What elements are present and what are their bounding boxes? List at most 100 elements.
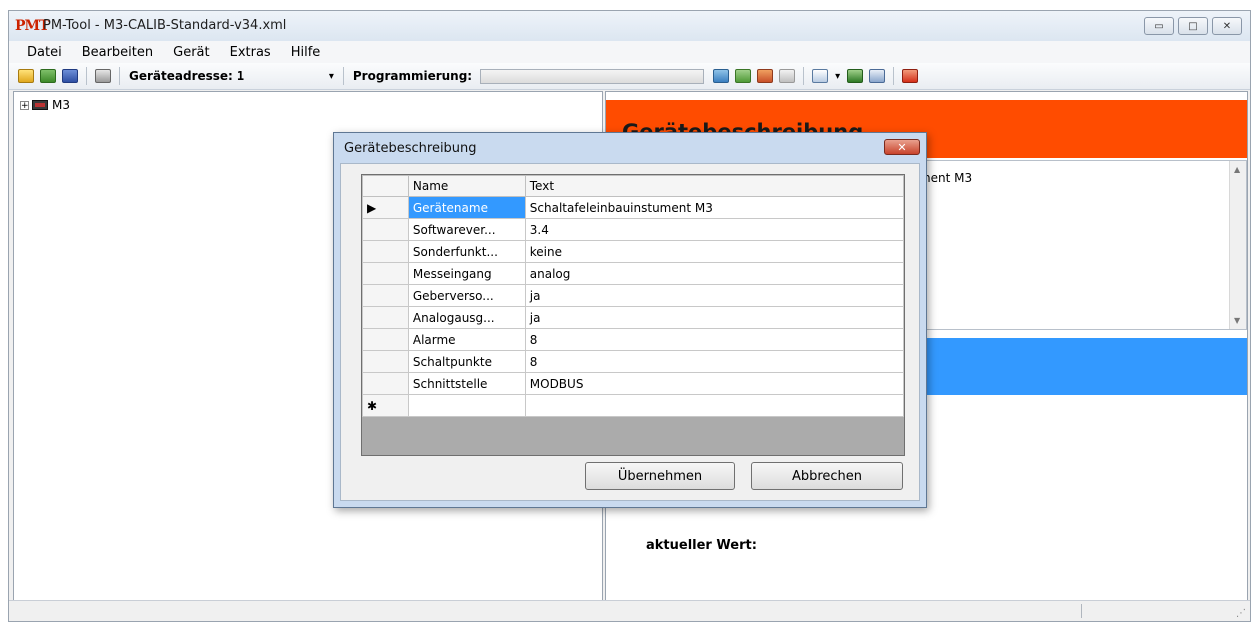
- table-cell-text[interactable]: ja: [524, 284, 905, 307]
- minimize-button[interactable]: ▭: [1144, 17, 1174, 35]
- expand-icon[interactable]: +: [20, 100, 29, 110]
- column-header-name[interactable]: Name: [407, 175, 526, 197]
- table-cell-name[interactable]: Sonderfunkt...: [407, 240, 526, 263]
- maximize-button[interactable]: □: [1178, 17, 1208, 35]
- table-cell-name[interactable]: Schnittstelle: [407, 372, 526, 395]
- toolbar-separator: [893, 67, 895, 85]
- table-header-row: Name Text: [362, 175, 905, 197]
- toolbar: Geräteadresse: 1 ▾ Programmierung: ▾: [9, 63, 1250, 90]
- table-cell-text[interactable]: 8: [524, 328, 905, 351]
- table-cell-text[interactable]: 8: [524, 350, 905, 373]
- table-row[interactable]: Schaltpunkte 8: [362, 350, 905, 373]
- table-cell-name[interactable]: Schaltpunkte: [407, 350, 526, 373]
- table-cell-name[interactable]: Geberverso...: [407, 284, 526, 307]
- current-value-label: aktueller Wert:: [646, 538, 757, 553]
- device-address-select[interactable]: 1: [237, 69, 325, 83]
- device-description-dialog: Gerätebeschreibung ✕ Name Text ▶ Geräten…: [333, 132, 927, 508]
- menu-bearbeiten[interactable]: Bearbeiten: [72, 45, 163, 60]
- dialog-title: Gerätebeschreibung: [344, 141, 477, 156]
- dialog-close-button[interactable]: ✕: [884, 139, 920, 155]
- table-row[interactable]: Alarme 8: [362, 328, 905, 351]
- menu-bar: Datei Bearbeiten Gerät Extras Hilfe: [9, 41, 1250, 63]
- cancel-button[interactable]: Abbrechen: [751, 462, 903, 490]
- table-cell-text[interactable]: 3.4: [524, 218, 905, 241]
- table-cell-text[interactable]: [524, 394, 905, 417]
- row-header-corner: [362, 175, 409, 197]
- table-row[interactable]: Geberverso... ja: [362, 284, 905, 307]
- close-window-button[interactable]: ✕: [1212, 17, 1242, 35]
- menu-geraet[interactable]: Gerät: [163, 45, 219, 60]
- column-header-text[interactable]: Text: [524, 175, 905, 197]
- menu-hilfe[interactable]: Hilfe: [281, 45, 331, 60]
- chevron-down-icon[interactable]: ▾: [329, 71, 334, 82]
- table-row[interactable]: Softwarever... 3.4: [362, 218, 905, 241]
- tree-node-label: M3: [52, 98, 70, 112]
- description-scrollbar[interactable]: ▲ ▼: [1229, 161, 1246, 329]
- table-cell-name[interactable]: Gerätename: [407, 196, 526, 219]
- device-icon: [32, 100, 48, 110]
- row-header[interactable]: [362, 284, 409, 307]
- table-cell-text[interactable]: analog: [524, 262, 905, 285]
- status-bar: ⋰: [9, 600, 1250, 621]
- description-table: Name Text ▶ Gerätename Schaltafeleinbaui…: [362, 175, 905, 417]
- row-header[interactable]: [362, 218, 409, 241]
- table-cell-text[interactable]: keine: [524, 240, 905, 263]
- row-header[interactable]: [362, 306, 409, 329]
- table-cell-name[interactable]: Messeingang: [407, 262, 526, 285]
- table-cell-name[interactable]: [407, 394, 526, 417]
- save-icon[interactable]: [62, 69, 78, 83]
- write-device-icon[interactable]: [735, 69, 752, 83]
- table-cell-name[interactable]: Softwarever...: [407, 218, 526, 241]
- erase-device-icon[interactable]: [757, 69, 774, 83]
- row-header[interactable]: [362, 328, 409, 351]
- new-row-marker-icon[interactable]: ✱: [362, 394, 409, 417]
- table-icon[interactable]: [869, 69, 886, 83]
- dialog-body: Name Text ▶ Gerätename Schaltafeleinbaui…: [340, 163, 920, 501]
- toolbar-separator: [119, 67, 120, 85]
- row-header[interactable]: [362, 372, 409, 395]
- toolbar-separator: [803, 67, 805, 85]
- table-row[interactable]: ▶ Gerätename Schaltafeleinbauinstument M…: [362, 196, 905, 219]
- power-icon[interactable]: [902, 69, 919, 83]
- window-controls: ▭ □ ✕: [1144, 17, 1242, 35]
- connect-icon[interactable]: [779, 69, 796, 83]
- apply-button[interactable]: Übernehmen: [585, 462, 735, 490]
- chevron-down-icon[interactable]: ▾: [835, 71, 840, 82]
- table-cell-text[interactable]: MODBUS: [524, 372, 905, 395]
- tree-node-m3[interactable]: + M3: [20, 98, 70, 112]
- menu-datei[interactable]: Datei: [17, 45, 72, 60]
- toolbar-separator: [86, 67, 87, 85]
- table-cell-text[interactable]: Schaltafeleinbauinstument M3: [524, 196, 905, 219]
- row-header[interactable]: [362, 262, 409, 285]
- transfer-icon[interactable]: [847, 69, 864, 83]
- description-text: nent M3: [923, 171, 973, 185]
- row-selected-marker-icon[interactable]: ▶: [362, 196, 409, 219]
- table-row[interactable]: Sonderfunkt... keine: [362, 240, 905, 263]
- table-row[interactable]: Schnittstelle MODBUS: [362, 372, 905, 395]
- table-cell-name[interactable]: Alarme: [407, 328, 526, 351]
- load-device-icon[interactable]: [40, 69, 56, 83]
- menu-extras[interactable]: Extras: [220, 45, 281, 60]
- table-row[interactable]: Analogausg... ja: [362, 306, 905, 329]
- status-separator: [1081, 604, 1082, 618]
- row-header[interactable]: [362, 350, 409, 373]
- programming-progress-bar: [480, 68, 705, 84]
- device-address-label: Geräteadresse:: [129, 69, 233, 83]
- table-cell-name[interactable]: Analogausg...: [407, 306, 526, 329]
- row-header[interactable]: [362, 240, 409, 263]
- programming-label: Programmierung:: [352, 69, 473, 83]
- read-device-icon[interactable]: [713, 69, 730, 83]
- table-cell-text[interactable]: ja: [524, 306, 905, 329]
- scroll-up-icon[interactable]: ▲: [1234, 165, 1240, 174]
- chart-icon[interactable]: [812, 69, 829, 83]
- open-folder-icon[interactable]: [18, 69, 34, 83]
- print-icon[interactable]: [95, 69, 111, 83]
- table-new-row[interactable]: ✱: [362, 394, 905, 417]
- table-row[interactable]: Messeingang analog: [362, 262, 905, 285]
- resize-grip-icon[interactable]: ⋰: [1236, 608, 1246, 619]
- window-title: PM-Tool - M3-CALIB-Standard-v34.xml: [43, 18, 287, 33]
- description-grid: Name Text ▶ Gerätename Schaltafeleinbaui…: [361, 174, 905, 456]
- scroll-down-icon[interactable]: ▼: [1234, 316, 1240, 325]
- title-bar: PMT PM-Tool - M3-CALIB-Standard-v34.xml …: [9, 11, 1250, 41]
- toolbar-separator: [342, 67, 344, 85]
